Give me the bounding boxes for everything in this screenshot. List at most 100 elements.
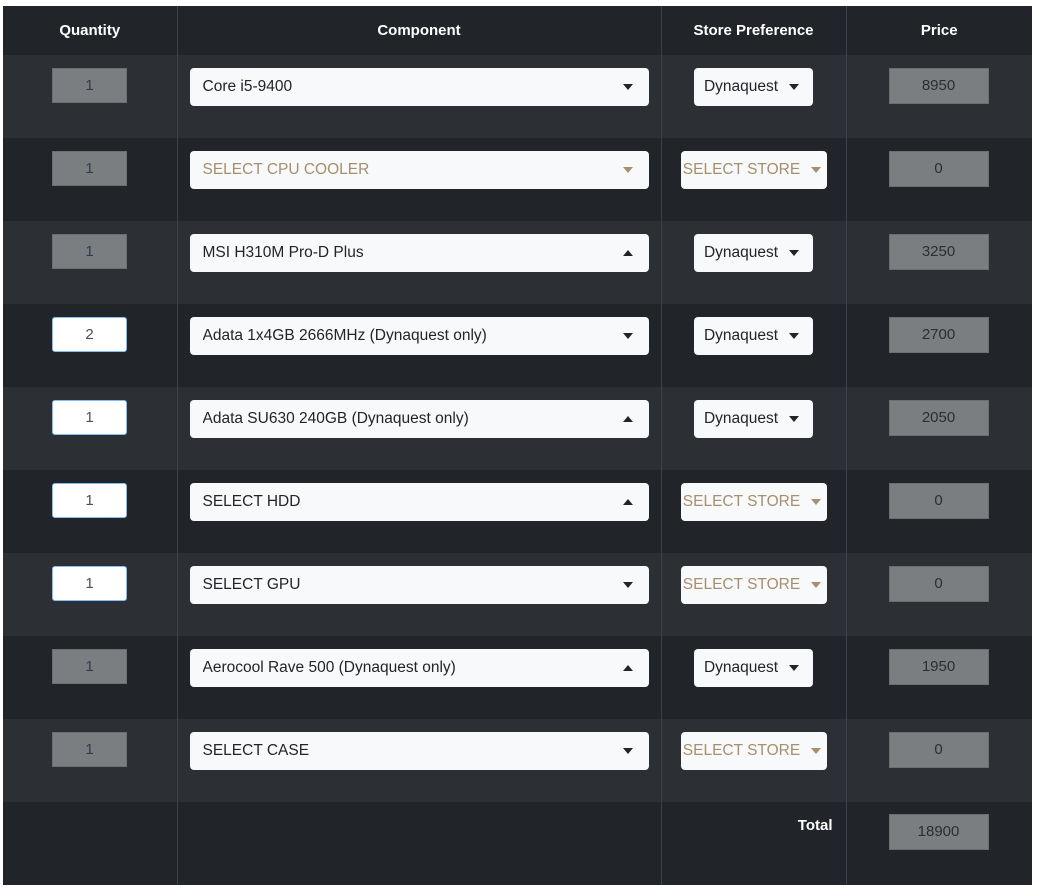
store-dropdown-label: SELECT STORE — [682, 576, 801, 593]
store-dropdown-label: SELECT STORE — [682, 161, 801, 178]
component-select[interactable]: SELECT HDD — [189, 483, 649, 521]
quantity-cell: 2 — [3, 304, 178, 387]
table-row: 1 SELECT GPU SELECT STORE 0 — [3, 553, 1032, 636]
price-cell: 2700 — [846, 304, 1032, 387]
price-cell: 1950 — [846, 636, 1032, 719]
quantity-cell: 1 — [3, 553, 178, 636]
price-field: 0 — [888, 732, 989, 768]
total-spacer-cell — [177, 802, 662, 885]
store-dropdown-button[interactable]: Dynaquest — [693, 68, 813, 106]
component-cell: MSI H310M Pro-D Plus — [177, 221, 662, 304]
component-select[interactable]: SELECT GPU — [189, 566, 649, 604]
price-cell: 3250 — [846, 221, 1032, 304]
table-row: 1 SELECT CPU COOLER SELECT STORE 0 — [3, 138, 1032, 221]
component-select-label: SELECT GPU — [202, 576, 301, 593]
quantity-cell: 1 — [3, 138, 178, 221]
quantity-cell: 1 — [3, 719, 178, 802]
price-field: 1950 — [888, 649, 989, 685]
caret-down-icon — [786, 414, 802, 424]
component-select[interactable]: SELECT CPU COOLER — [189, 151, 649, 189]
component-cell: Aerocool Rave 500 (Dynaquest only) — [177, 636, 662, 719]
price-cell: 0 — [846, 553, 1032, 636]
store-dropdown-button[interactable]: Dynaquest — [693, 317, 813, 355]
store-dropdown-label: SELECT STORE — [682, 493, 801, 510]
price-cell: 0 — [846, 719, 1032, 802]
store-preference-header: Store Preference — [661, 6, 847, 55]
price-header: Price — [846, 6, 1032, 55]
store-cell: SELECT STORE — [661, 719, 847, 802]
component-cell: Adata 1x4GB 2666MHz (Dynaquest only) — [177, 304, 662, 387]
component-cell: Core i5-9400 — [177, 55, 662, 138]
price-field: 2050 — [888, 400, 989, 436]
table-row: 1 Core i5-9400 Dynaquest 8950 — [3, 55, 1032, 138]
price-field: 3250 — [888, 234, 989, 270]
component-cell: SELECT HDD — [177, 470, 662, 553]
price-field: 0 — [888, 151, 989, 187]
component-select[interactable]: Core i5-9400 — [189, 68, 649, 106]
store-cell: Dynaquest — [661, 636, 847, 719]
component-select-label: Adata SU630 240GB (Dynaquest only) — [202, 410, 469, 427]
store-dropdown-button[interactable]: Dynaquest — [693, 400, 813, 438]
component-cell: Adata SU630 240GB (Dynaquest only) — [177, 387, 662, 470]
caret-down-icon — [808, 497, 824, 507]
caret-up-icon — [620, 248, 636, 258]
store-dropdown-button[interactable]: Dynaquest — [693, 649, 813, 687]
store-dropdown-label: Dynaquest — [703, 659, 779, 676]
store-dropdown-button[interactable]: Dynaquest — [693, 234, 813, 272]
pc-builder-table: Quantity Component Store Preference Pric… — [3, 6, 1032, 885]
caret-down-icon — [786, 331, 802, 341]
component-select-label: SELECT CASE — [202, 742, 310, 759]
caret-down-icon — [620, 82, 636, 92]
table-row: 1 Aerocool Rave 500 (Dynaquest only) Dyn… — [3, 636, 1032, 719]
total-value-cell: 18900 — [846, 802, 1032, 885]
quantity-input: 1 — [52, 234, 127, 269]
quantity-input[interactable]: 1 — [52, 400, 127, 435]
store-dropdown-label: Dynaquest — [703, 244, 779, 261]
component-select[interactable]: MSI H310M Pro-D Plus — [189, 234, 649, 272]
quantity-cell: 1 — [3, 55, 178, 138]
store-cell: SELECT STORE — [661, 553, 847, 636]
component-select[interactable]: Adata 1x4GB 2666MHz (Dynaquest only) — [189, 317, 649, 355]
store-cell: Dynaquest — [661, 55, 847, 138]
price-cell: 0 — [846, 470, 1032, 553]
table-row: 1 SELECT HDD SELECT STORE 0 — [3, 470, 1032, 553]
component-select[interactable]: Aerocool Rave 500 (Dynaquest only) — [189, 649, 649, 687]
quantity-cell: 1 — [3, 387, 178, 470]
table-row: 1 Adata SU630 240GB (Dynaquest only) Dyn… — [3, 387, 1032, 470]
store-dropdown-button[interactable]: SELECT STORE — [680, 566, 827, 604]
table-row: 2 Adata 1x4GB 2666MHz (Dynaquest only) D… — [3, 304, 1032, 387]
table-row: 1 MSI H310M Pro-D Plus Dynaquest 3250 — [3, 221, 1032, 304]
component-select-label: Core i5-9400 — [202, 78, 293, 95]
component-select-label: MSI H310M Pro-D Plus — [202, 244, 364, 261]
store-cell: Dynaquest — [661, 387, 847, 470]
quantity-input[interactable]: 1 — [52, 483, 127, 518]
quantity-input[interactable]: 1 — [52, 566, 127, 601]
quantity-header: Quantity — [3, 6, 178, 55]
component-cell: SELECT GPU — [177, 553, 662, 636]
table-row: 1 SELECT CASE SELECT STORE 0 — [3, 719, 1032, 802]
store-cell: Dynaquest — [661, 221, 847, 304]
quantity-cell: 1 — [3, 221, 178, 304]
quantity-input: 1 — [52, 68, 127, 103]
store-dropdown-button[interactable]: SELECT STORE — [680, 483, 827, 521]
caret-down-icon — [808, 580, 824, 590]
quantity-input: 1 — [52, 151, 127, 186]
total-spacer-cell — [3, 802, 178, 885]
price-field: 0 — [888, 566, 989, 602]
store-dropdown-label: Dynaquest — [703, 410, 779, 427]
caret-down-icon — [620, 331, 636, 341]
quantity-input[interactable]: 2 — [52, 317, 127, 352]
component-select-label: SELECT HDD — [202, 493, 301, 510]
component-select[interactable]: Adata SU630 240GB (Dynaquest only) — [189, 400, 649, 438]
component-select[interactable]: SELECT CASE — [189, 732, 649, 770]
caret-up-icon — [620, 414, 636, 424]
total-label-cell: Total — [661, 802, 847, 885]
caret-up-icon — [620, 663, 636, 673]
quantity-cell: 1 — [3, 636, 178, 719]
store-cell: SELECT STORE — [661, 138, 847, 221]
table-header-row: Quantity Component Store Preference Pric… — [3, 6, 1032, 55]
price-field: 2700 — [888, 317, 989, 353]
price-field: 8950 — [888, 68, 989, 104]
store-dropdown-button[interactable]: SELECT STORE — [680, 151, 827, 189]
store-dropdown-button[interactable]: SELECT STORE — [680, 732, 827, 770]
